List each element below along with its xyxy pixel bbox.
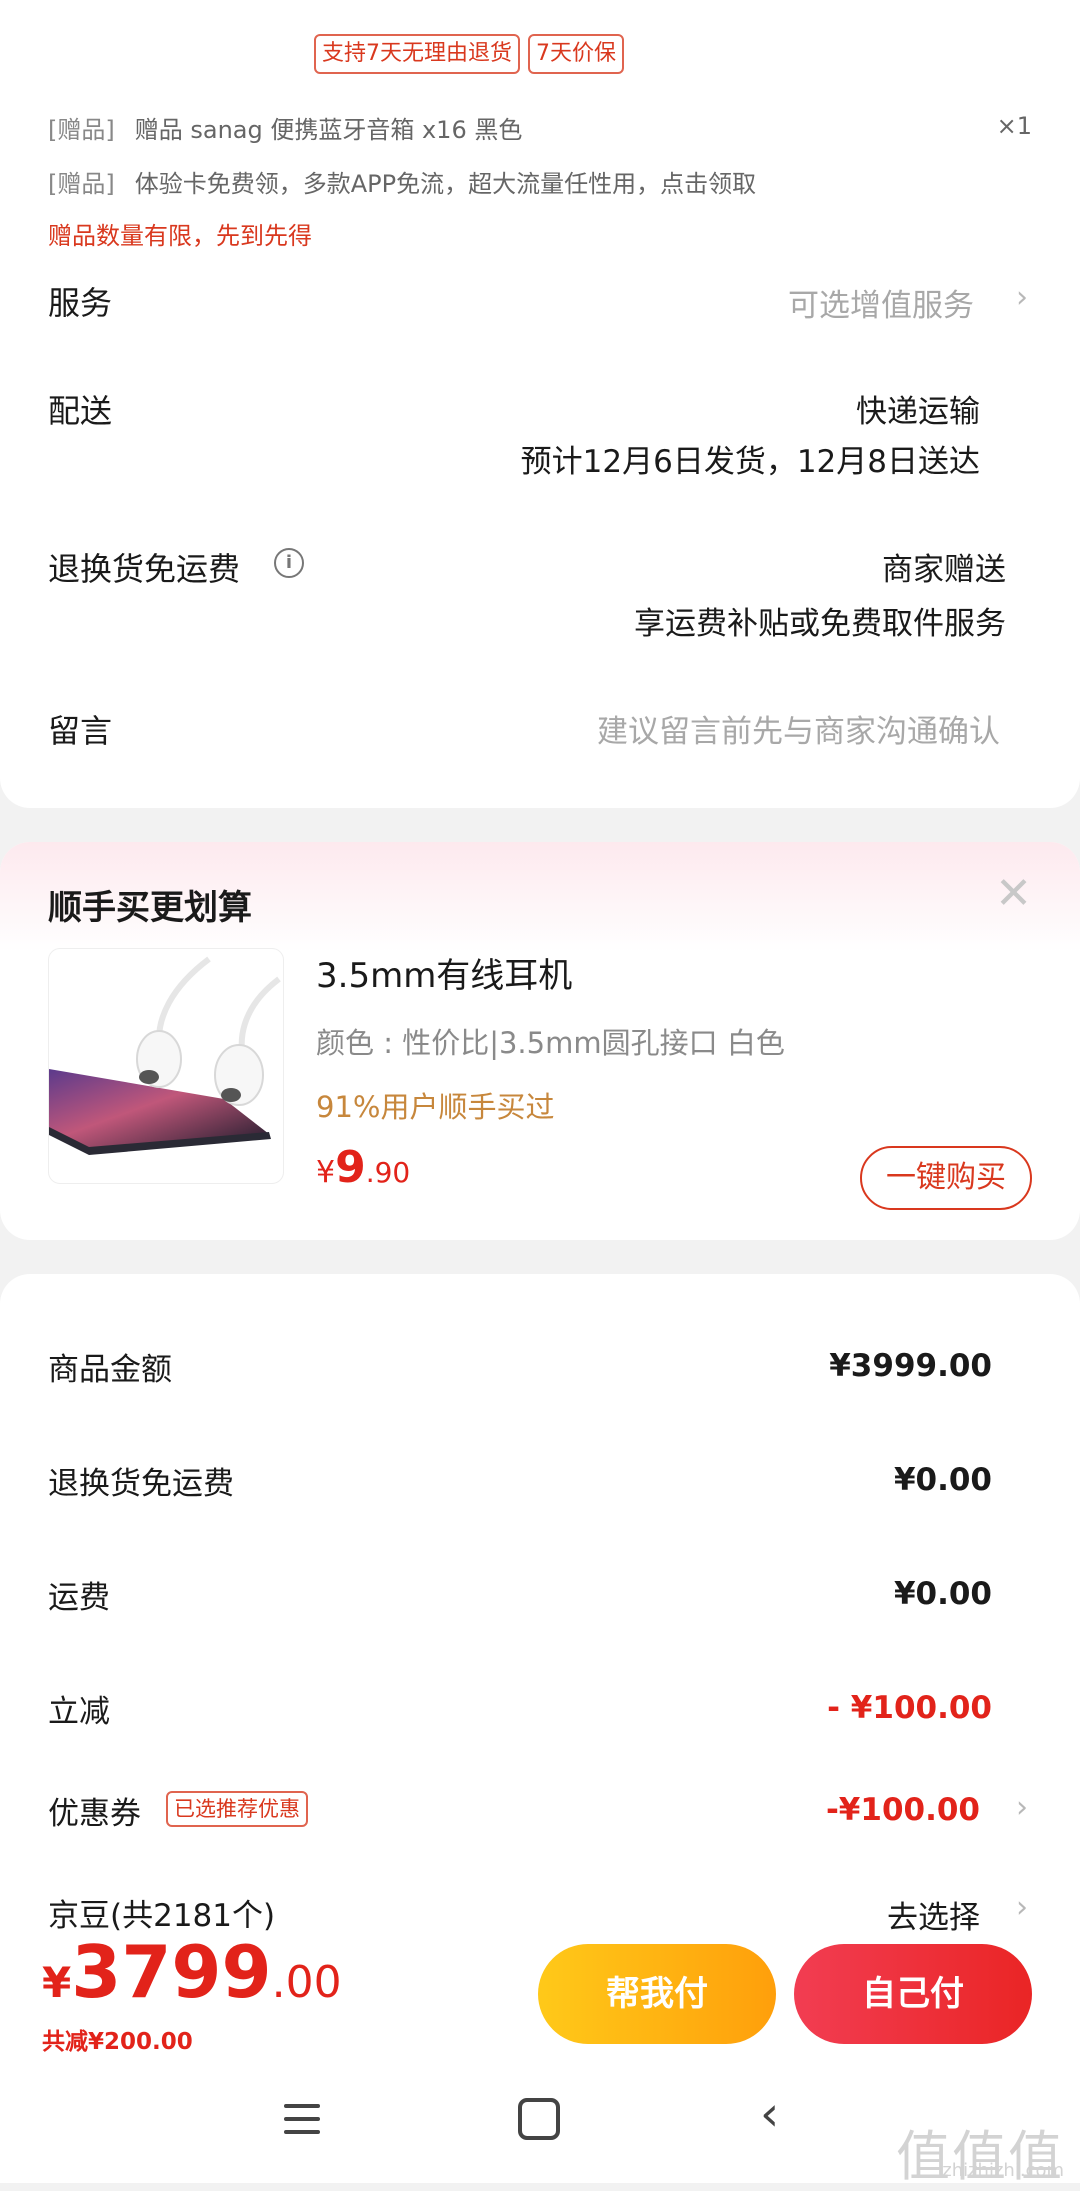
earphone-product-image[interactable]: [48, 948, 284, 1184]
gift-row-speaker[interactable]: [赠品] 赠品 sanag 便携蓝牙音箱 x16 黑色: [48, 110, 522, 145]
gift-text: 赠品 sanag 便携蓝牙音箱 x16 黑色: [134, 116, 523, 144]
upsell-title: 顺手买更划算: [48, 888, 252, 928]
upsell-product-spec: 颜色 : 性价比|3.5mm圆孔接口 白色: [316, 1026, 785, 1060]
delivery-method[interactable]: 快递运输: [856, 386, 980, 431]
price-decimal: .90: [365, 1156, 411, 1189]
total-saved: 共减¥200.00: [42, 2029, 193, 2055]
pay-myself-button[interactable]: 自己付: [794, 1944, 1032, 2044]
upsell-price: ¥9.90: [316, 1142, 410, 1193]
coupon-selected-badge: 已选推荐优惠: [166, 1791, 308, 1827]
return-shipping-desc: 享运费补贴或免费取件服务: [634, 606, 1006, 642]
back-icon[interactable]: ‹: [760, 2090, 779, 2138]
chevron-right-icon[interactable]: ›: [1016, 1790, 1028, 1825]
summary-label-coupon: 优惠券: [48, 1796, 141, 1832]
watermark-url: zhizhizhi.com: [942, 2160, 1064, 2181]
jingdou-select[interactable]: 去选择: [887, 1892, 980, 1937]
total-integer: 3799: [71, 1930, 272, 2014]
price-integer: 9: [335, 1142, 366, 1193]
total-symbol: ¥: [42, 1958, 72, 2007]
upsell-card: 顺手买更划算 ✕ 3.5mm有线耳机 颜色 : 性价比|3.5mm圆孔接口 白色…: [0, 842, 1080, 1240]
summary-value-return-shipping: ¥0.00: [893, 1462, 992, 1498]
summary-value-coupon[interactable]: -¥100.00: [826, 1792, 980, 1828]
message-label: 留言: [48, 712, 113, 750]
message-input[interactable]: 建议留言前先与商家沟通确认: [597, 706, 1000, 751]
summary-label-jingdou: 京豆(共2181个): [48, 1898, 276, 1934]
summary-label-goods: 商品金额: [48, 1352, 172, 1388]
summary-value-discount: - ¥100.00: [827, 1690, 992, 1726]
price-symbol: ¥: [316, 1155, 336, 1190]
info-icon[interactable]: i: [274, 548, 304, 578]
upsell-product-title[interactable]: 3.5mm有线耳机: [316, 948, 572, 997]
summary-label-freight: 运费: [48, 1580, 110, 1616]
gift-bracket: [赠品]: [48, 116, 115, 144]
one-click-buy-button[interactable]: 一键购买: [860, 1146, 1032, 1210]
service-value[interactable]: 可选增值服务: [788, 280, 974, 325]
summary-label-return-shipping: 退换货免运费: [48, 1466, 234, 1502]
summary-label-discount: 立减: [48, 1694, 110, 1730]
menu-icon[interactable]: [284, 2104, 320, 2143]
return-policy-tag: 支持7天无理由退货: [314, 34, 520, 74]
return-shipping-label: 退换货免运费: [48, 550, 241, 588]
help-me-pay-button[interactable]: 帮我付: [538, 1944, 776, 2044]
gift-quantity: ×1: [996, 112, 1032, 140]
price-protect-tag: 7天价保: [528, 34, 624, 74]
chevron-right-icon[interactable]: ›: [1016, 280, 1028, 315]
total-decimal: .00: [271, 1957, 342, 2008]
total-price: ¥3799.00: [42, 1930, 342, 2014]
gift-bracket: [赠品]: [48, 170, 115, 198]
close-icon[interactable]: ✕: [995, 872, 1032, 916]
upsell-popularity: 91%用户顺手买过: [316, 1090, 555, 1124]
summary-value-goods: ¥3999.00: [829, 1348, 992, 1384]
service-label: 服务: [48, 284, 113, 322]
gift-warning: 赠品数量有限，先到先得: [48, 222, 312, 250]
gift-row-datacard[interactable]: [赠品] 体验卡免费领，多款APP免流，超大流量任性用，点击领取: [48, 164, 756, 199]
chevron-right-icon[interactable]: ›: [1016, 1890, 1028, 1925]
order-details-card: 支持7天无理由退货 7天价保 [赠品] 赠品 sanag 便携蓝牙音箱 x16 黑…: [0, 0, 1080, 808]
home-icon[interactable]: [518, 2098, 560, 2140]
gift-text: 体验卡免费领，多款APP免流，超大流量任性用，点击领取: [134, 170, 757, 198]
delivery-estimate: 预计12月6日发货，12月8日送达: [520, 444, 980, 480]
delivery-label: 配送: [48, 392, 113, 430]
return-shipping-value: 商家赠送: [882, 552, 1006, 588]
summary-value-freight: ¥0.00: [893, 1576, 992, 1612]
